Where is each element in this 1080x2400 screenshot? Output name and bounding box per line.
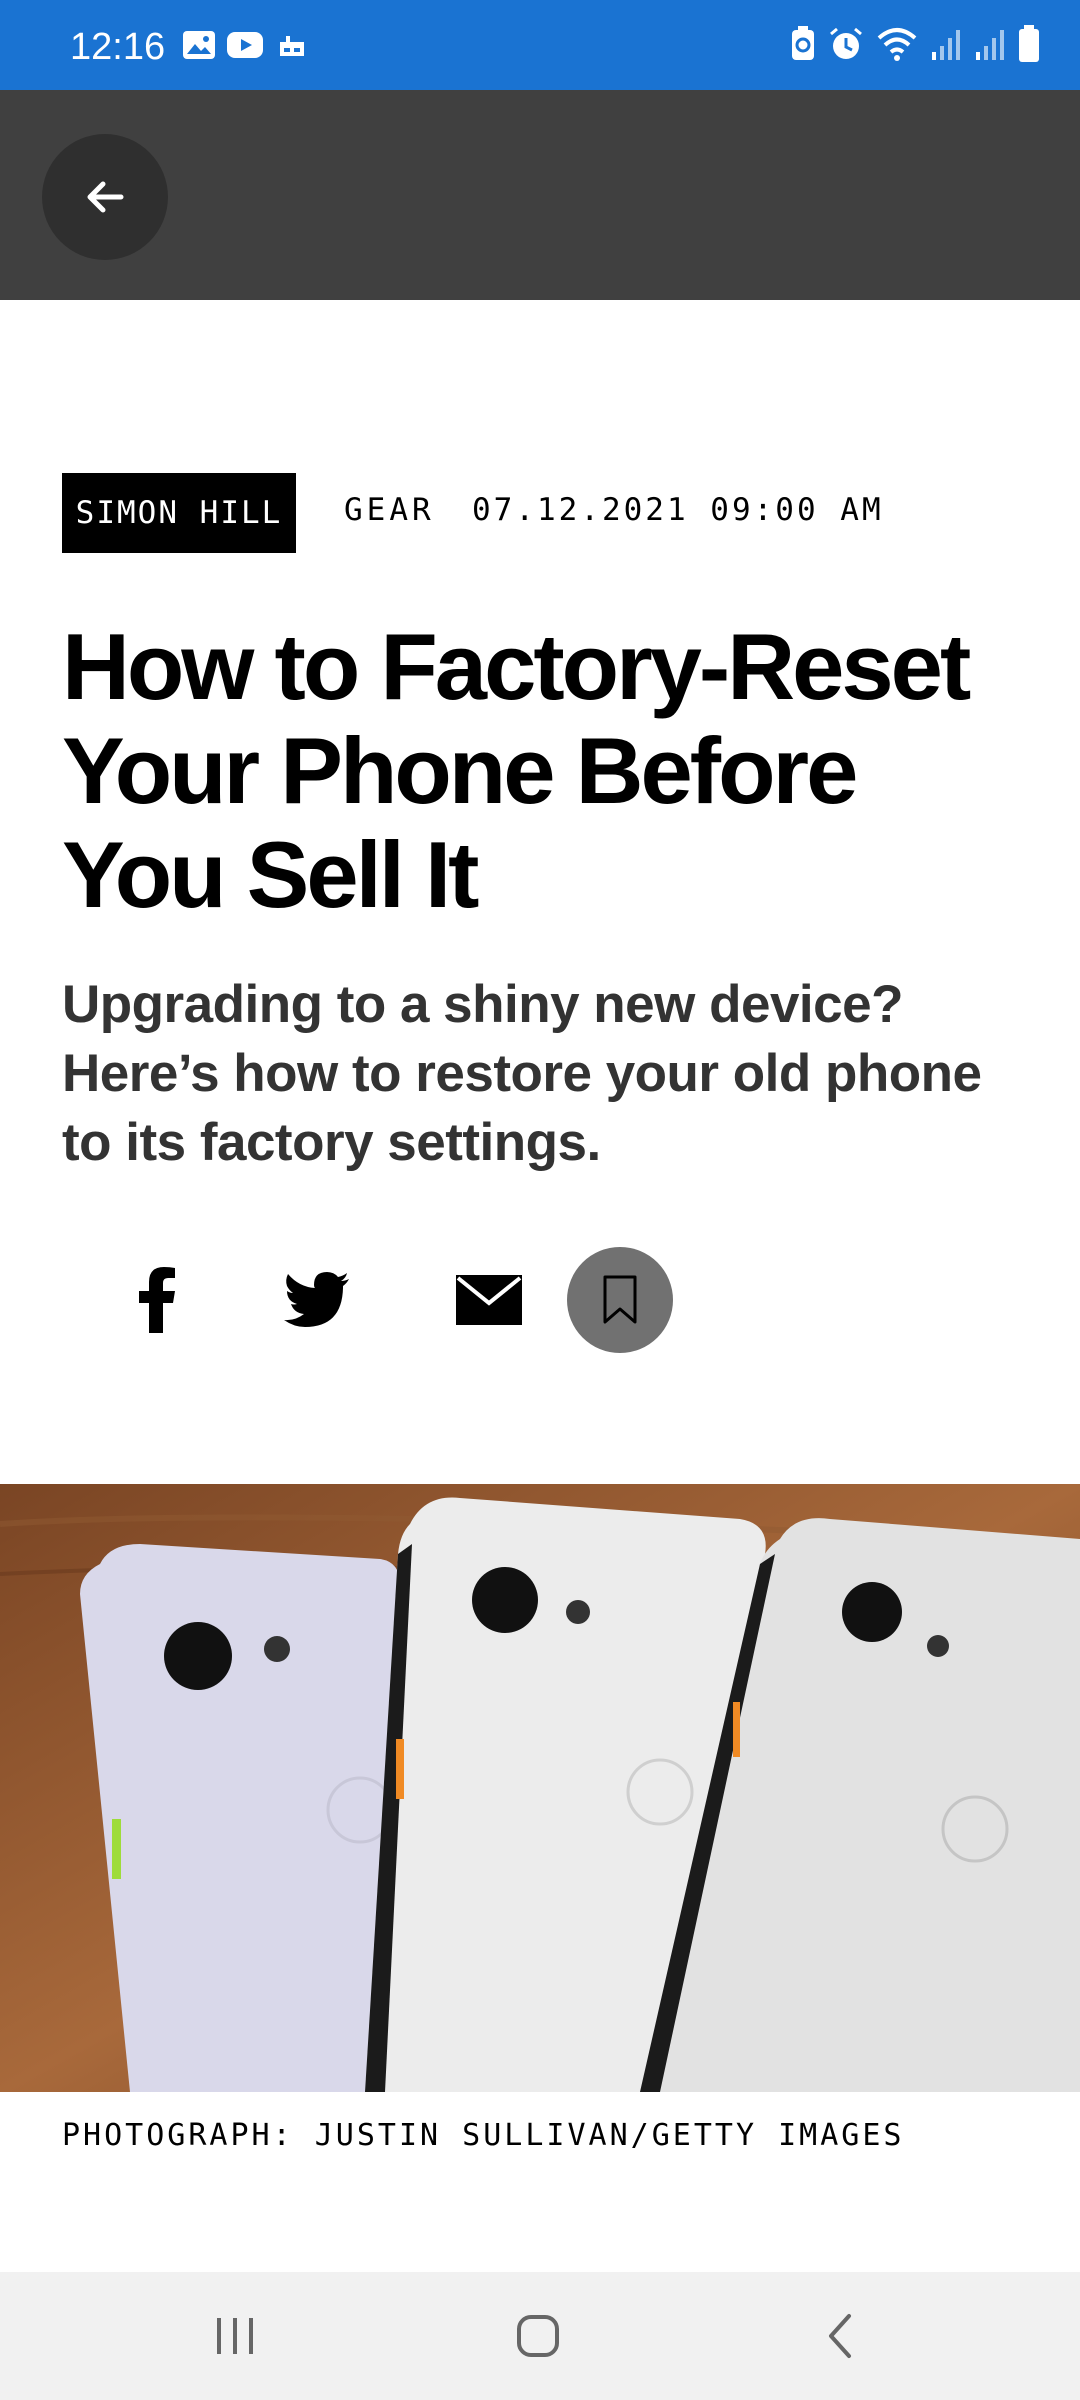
facebook-icon [139,1267,175,1333]
bookmark-icon [603,1275,637,1324]
bookmark-button[interactable] [567,1247,673,1353]
category-label[interactable]: GEAR [344,492,435,528]
recent-apps-button[interactable] [185,2296,285,2376]
article-hero-image [0,1484,1080,2092]
share-row [62,1245,962,1355]
twitter-share-button[interactable] [262,1245,372,1355]
author-name[interactable]: SIMON HILL [62,473,296,553]
arrow-left-icon [87,181,124,213]
wifi-icon [876,26,918,67]
status-bar: 12:16 [0,0,1080,90]
publish-date: 07.12.2021 09:00 AM [472,492,884,528]
home-button[interactable] [488,2296,588,2376]
system-nav-bar [0,2272,1080,2400]
youtube-icon [226,30,264,65]
email-icon [456,1275,522,1325]
back-icon [829,2314,851,2358]
phone-left [80,1544,410,2092]
alarm-icon [828,26,864,67]
image-caption: PHOTOGRAPH: JUSTIN SULLIVAN/GETTY IMAGES [62,2118,905,2153]
gallery-icon [182,30,216,65]
battery-saver-icon [790,25,816,67]
article-headline: How to Factory-Reset Your Phone Before Y… [62,614,971,927]
nav-back-button[interactable] [790,2296,890,2376]
home-icon [517,2315,559,2357]
app-notification-icon [276,30,308,65]
signal-icon [930,26,962,67]
app-bar [0,90,1080,300]
battery-icon [1018,24,1040,68]
signal-icon [974,26,1006,67]
back-button[interactable] [42,134,168,260]
status-icons [790,24,1040,68]
email-share-button[interactable] [434,1245,544,1355]
twitter-icon [284,1272,349,1327]
status-time: 12:16 [70,26,166,68]
facebook-share-button[interactable] [102,1245,212,1355]
recent-apps-icon [217,2318,253,2354]
article-subhead: Upgrading to a shiny new device? Here’s … [62,975,982,1172]
